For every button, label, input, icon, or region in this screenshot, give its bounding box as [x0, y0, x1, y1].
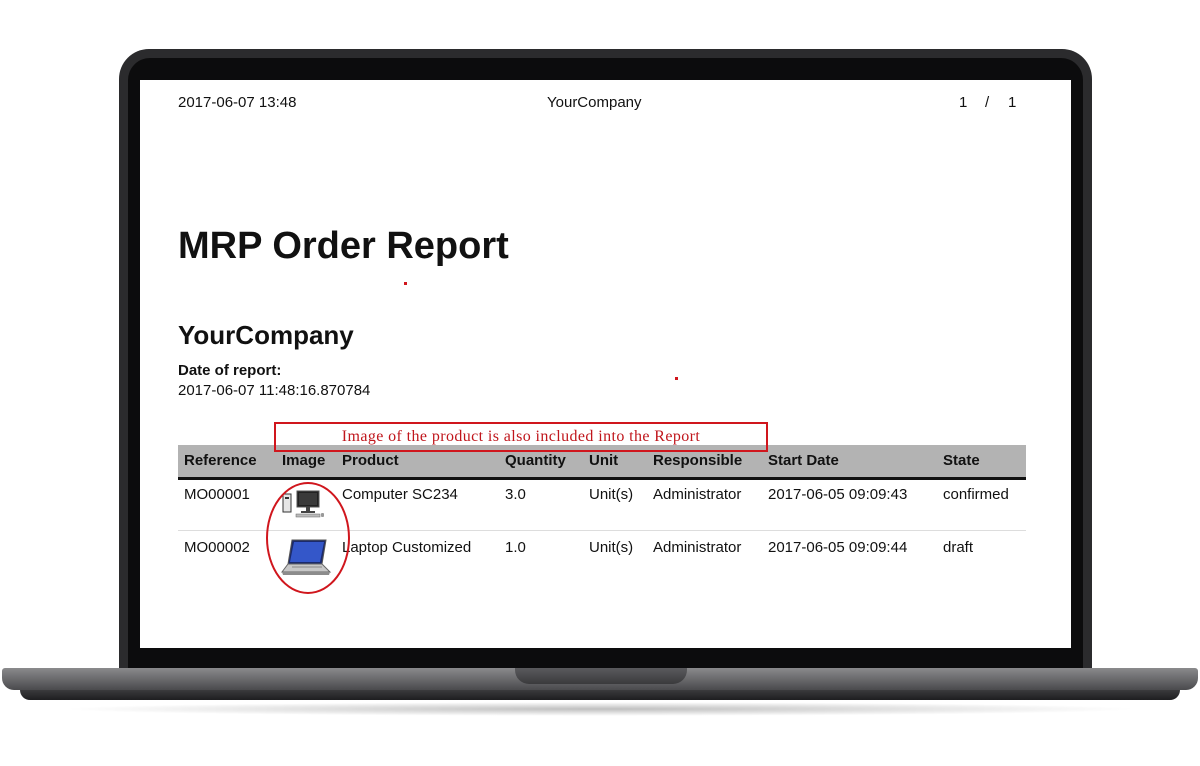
cell-unit: Unit(s)	[589, 539, 634, 556]
laptop-base-lip	[20, 690, 1180, 700]
company-name: YourCompany	[178, 320, 354, 350]
image-highlight-circle	[266, 482, 350, 594]
page-separator: /	[985, 94, 990, 111]
column-header-image: Image	[282, 452, 326, 469]
cell-quantity: 3.0	[505, 486, 526, 503]
red-dot-mark	[675, 377, 678, 380]
page-current: 1	[959, 94, 968, 111]
header-datetime: 2017-06-07 13:48	[178, 94, 297, 111]
cell-reference: MO00001	[184, 486, 250, 503]
cell-unit: Unit(s)	[589, 486, 634, 503]
cell-product: Computer SC234	[342, 486, 458, 503]
date-of-report-label: Date of report:	[178, 362, 282, 379]
cell-state: confirmed	[943, 486, 1009, 503]
column-header-reference: Reference	[184, 452, 257, 469]
column-header-unit: Unit	[589, 452, 619, 469]
page-total: 1	[1008, 94, 1017, 111]
cell-product: Laptop Customized	[342, 539, 472, 556]
column-header-quantity: Quantity	[505, 452, 566, 469]
cell-start-date: 2017-06-05 09:09:43	[768, 486, 908, 503]
report-page: 2017-06-07 13:48 YourCompany 1 / 1 MRP O…	[140, 80, 1071, 648]
laptop-notch	[515, 668, 687, 684]
cell-start-date: 2017-06-05 09:09:44	[768, 539, 908, 556]
laptop-shadow	[60, 702, 1140, 716]
annotation-callout: Image of the product is also included in…	[274, 422, 768, 452]
column-header-state: State	[943, 452, 980, 469]
column-header-responsible: Responsible	[653, 452, 743, 469]
cell-state: draft	[943, 539, 974, 556]
cell-reference: MO00002	[184, 539, 250, 556]
report-title: MRP Order Report	[178, 225, 509, 267]
header-company: YourCompany	[547, 94, 642, 111]
red-dot-mark	[404, 282, 407, 285]
date-of-report-value: 2017-06-07 11:48:16.870784	[178, 382, 371, 399]
column-header-product: Product	[342, 452, 399, 469]
column-header-start-date: Start Date	[768, 452, 839, 469]
cell-quantity: 1.0	[505, 539, 526, 556]
cell-responsible: Administrator	[653, 486, 742, 503]
cell-responsible: Administrator	[653, 539, 742, 556]
